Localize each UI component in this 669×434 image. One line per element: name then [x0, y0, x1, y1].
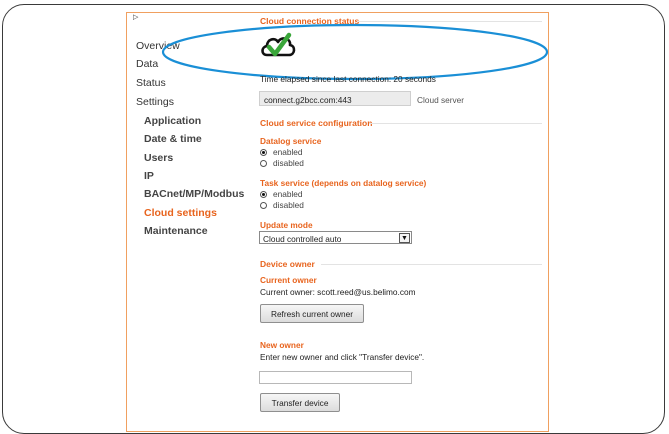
nav-item-date-time[interactable]: Date & time [144, 133, 202, 145]
task-disabled-label: disabled [273, 200, 304, 210]
task-disabled-radio[interactable] [260, 201, 267, 209]
owner-section-title: Device owner [260, 259, 315, 269]
nav-item-ip[interactable]: IP [144, 170, 154, 182]
update-mode-title: Update mode [260, 220, 313, 230]
task-enabled-label: enabled [273, 189, 303, 199]
datalog-enabled-label: enabled [273, 147, 303, 157]
chevron-down-icon[interactable]: ▼ [399, 233, 410, 243]
datalog-enabled-option[interactable]: enabled [260, 147, 303, 157]
cloud-server-label: Cloud server [417, 95, 465, 105]
highlight-ellipse [161, 23, 549, 81]
current-owner-title: Current owner [260, 275, 317, 285]
nav-item-settings[interactable]: Settings [136, 96, 174, 108]
update-mode-value: Cloud controlled auto [263, 234, 342, 244]
refresh-owner-button[interactable]: Refresh current owner [260, 304, 364, 323]
cloud-server-field: connect.g2bcc.com:443 [259, 91, 411, 106]
update-mode-select[interactable]: Cloud controlled auto ▼ [259, 231, 412, 244]
new-owner-title: New owner [260, 340, 304, 350]
nav-item-cloud-settings[interactable]: Cloud settings [144, 207, 217, 219]
nav-item-bacnet[interactable]: BACnet/MP/Modbus [144, 188, 244, 200]
current-owner-text: Current owner: scott.reed@us.belimo.com [260, 287, 416, 297]
task-service-title: Task service (depends on datalog service… [260, 178, 427, 188]
datalog-enabled-radio[interactable] [260, 148, 267, 156]
datalog-service-title: Datalog service [260, 136, 322, 146]
task-disabled-option[interactable]: disabled [260, 200, 304, 210]
owner-section-divider [321, 264, 542, 265]
config-section-divider [369, 123, 542, 124]
transfer-device-button[interactable]: Transfer device [260, 393, 340, 412]
datalog-disabled-radio[interactable] [260, 159, 267, 167]
nav-item-application[interactable]: Application [144, 115, 201, 127]
nav-item-maintenance[interactable]: Maintenance [144, 225, 208, 237]
nav-item-data[interactable]: Data [136, 58, 158, 70]
new-owner-instruction: Enter new owner and click "Transfer devi… [260, 352, 425, 362]
config-section-title: Cloud service configuration [260, 118, 373, 128]
elapsed-time-text: Time elapsed since last connection: 20 s… [260, 74, 436, 84]
datalog-disabled-option[interactable]: disabled [260, 158, 304, 168]
collapse-marker-icon[interactable]: ▷ [133, 13, 138, 21]
new-owner-input[interactable] [259, 371, 412, 384]
nav-item-users[interactable]: Users [144, 152, 173, 164]
task-enabled-radio[interactable] [260, 190, 267, 198]
task-enabled-option[interactable]: enabled [260, 189, 303, 199]
datalog-disabled-label: disabled [273, 158, 304, 168]
